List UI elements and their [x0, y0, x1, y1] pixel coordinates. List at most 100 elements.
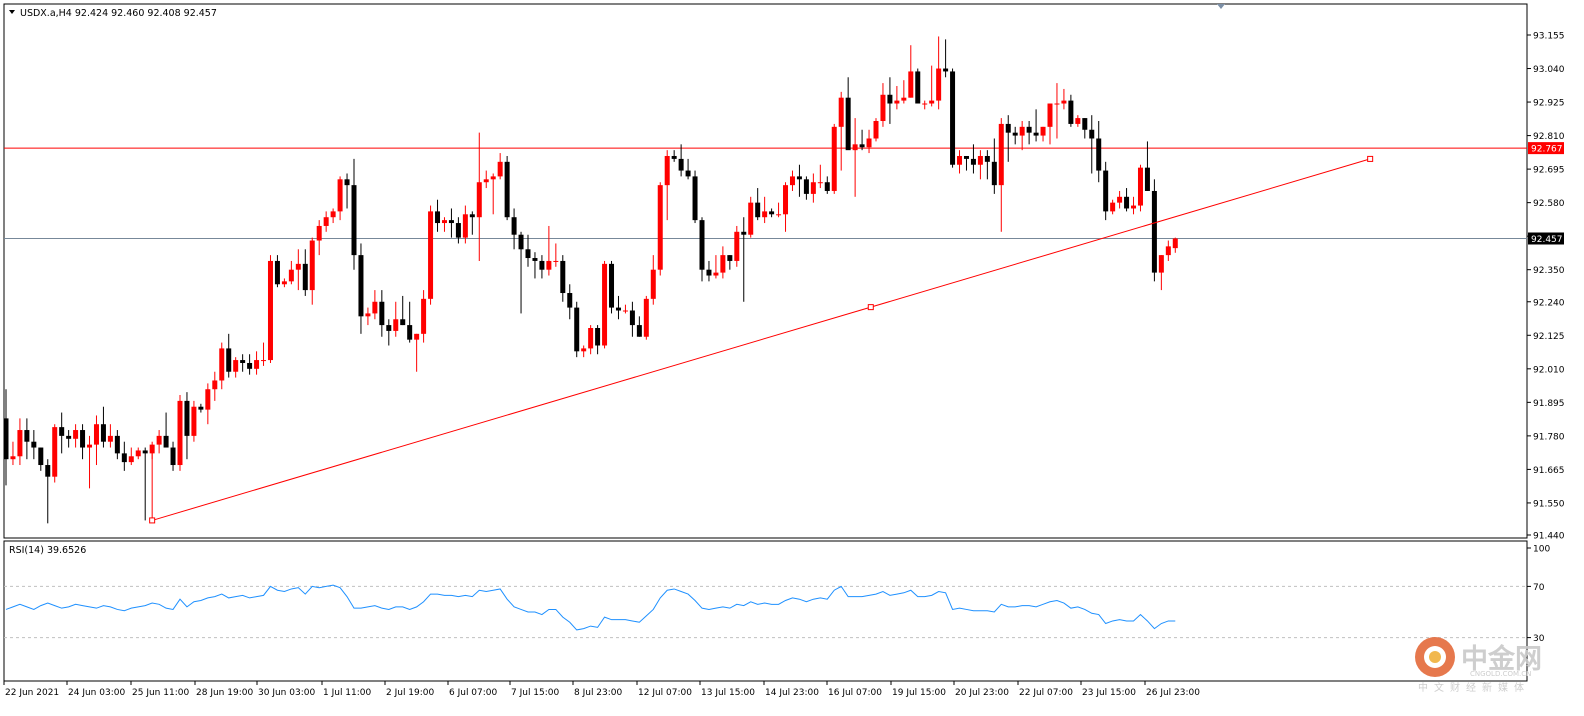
candle-body — [859, 144, 865, 148]
candle-body — [24, 430, 30, 442]
candle-body — [936, 68, 942, 101]
candle-body — [525, 249, 531, 259]
rsi-tick-label: 100 — [1533, 545, 1550, 555]
candle-body — [1019, 126, 1025, 136]
candle-body — [588, 328, 594, 349]
time-tick-label: 28 Jun 19:00 — [196, 688, 253, 698]
candle-body — [351, 185, 357, 256]
candle-body — [267, 260, 273, 361]
candle-body — [567, 293, 573, 308]
price-axis: 93.155 93.040 92.925 92.810 92.695 92.580 92.4… — [1527, 32, 1565, 542]
candle-body — [128, 456, 134, 463]
candle-body — [358, 255, 364, 317]
candle-body — [372, 301, 378, 314]
time-tick-label: 22 Jun 2021 — [5, 688, 59, 698]
candle-body — [1158, 255, 1164, 273]
trendline-handle — [867, 304, 874, 311]
candle-body — [963, 155, 969, 159]
candle-body — [873, 121, 879, 139]
candle-body — [783, 185, 789, 215]
time-tick-label: 7 Jul 15:00 — [511, 688, 560, 698]
candle-body — [1096, 138, 1102, 171]
candle-body — [553, 260, 559, 262]
price-tick-label: 92.925 — [1533, 99, 1565, 109]
candle-body — [511, 217, 517, 235]
rsi-tick-label: 70 — [1533, 583, 1545, 593]
candle-body — [400, 319, 406, 326]
candle-body — [435, 211, 441, 224]
time-tick-label: 19 Jul 15:00 — [892, 688, 946, 698]
price-tick-label: 92.125 — [1533, 332, 1565, 342]
candle-body — [52, 427, 58, 477]
candle-body — [184, 400, 190, 436]
candle-body — [233, 360, 239, 372]
candle-body — [441, 220, 447, 224]
candle-body — [908, 71, 914, 98]
candle-body — [789, 176, 795, 186]
candle-body — [602, 263, 608, 346]
rsi-panel — [3, 540, 1528, 682]
candle-body — [421, 298, 427, 334]
candle-body — [1075, 118, 1081, 124]
candle-body — [755, 202, 761, 218]
candle-body — [671, 155, 677, 159]
candle-body — [469, 214, 475, 218]
candle-body — [713, 272, 719, 276]
candle-body — [880, 94, 886, 122]
chart-svg[interactable]: 93.155 93.040 92.925 92.810 92.695 92.580 92.4… — [0, 0, 1584, 712]
candle-body — [574, 307, 580, 352]
candle-body — [1144, 167, 1150, 191]
candle-body — [80, 430, 86, 448]
candle-body — [901, 97, 907, 101]
candle-body — [838, 97, 844, 127]
time-tick-label: 24 Jun 03:00 — [68, 688, 125, 698]
candle-body — [1172, 238, 1178, 249]
candle-body — [1151, 190, 1157, 273]
candle-body — [386, 325, 392, 331]
candle-body — [107, 435, 113, 442]
trendline-handle — [149, 517, 156, 524]
candle-body — [38, 447, 44, 466]
price-tick-label: 91.440 — [1533, 532, 1565, 542]
candle-body — [198, 406, 204, 410]
price-tick-label: 91.550 — [1533, 499, 1565, 509]
candle-body — [344, 179, 350, 186]
candle-body — [664, 155, 670, 186]
price-tick-label: 92.810 — [1533, 132, 1565, 142]
candle-body — [657, 185, 663, 270]
price-panel — [3, 3, 1528, 539]
candle-body — [191, 406, 197, 436]
candle-body — [337, 179, 343, 212]
candle-body — [295, 263, 301, 270]
candle-body — [240, 360, 246, 363]
candle-body — [205, 389, 211, 410]
candle-body — [1040, 126, 1046, 136]
candle-body — [1047, 103, 1053, 127]
candle-body — [455, 223, 461, 238]
candle-body — [845, 97, 851, 151]
candle-body — [1117, 196, 1123, 203]
candle-body — [114, 435, 120, 454]
candle-body — [10, 456, 16, 460]
candle-body — [497, 161, 503, 177]
price-tick-label: 92.695 — [1533, 166, 1565, 176]
price-labels: 92.767 92.457 — [1528, 142, 1564, 245]
candle-body — [581, 348, 587, 352]
candle-body — [929, 100, 935, 104]
candle-body — [852, 144, 858, 151]
candle-body — [177, 400, 183, 466]
candle-body — [636, 325, 642, 337]
candle-body — [741, 231, 747, 235]
candle-body — [615, 307, 621, 311]
candle-body — [448, 220, 454, 224]
candle-body — [1012, 132, 1018, 136]
time-tick-label: 6 Jul 07:00 — [449, 688, 498, 698]
time-tick-label: 13 Jul 15:00 — [701, 688, 755, 698]
candle-body — [685, 170, 691, 177]
candle-body — [281, 281, 287, 285]
candle-body — [3, 418, 9, 460]
candle-body — [1026, 126, 1032, 133]
time-tick-label: 8 Jul 23:00 — [574, 688, 623, 698]
candle-body — [595, 328, 601, 346]
candle-body — [45, 465, 51, 477]
